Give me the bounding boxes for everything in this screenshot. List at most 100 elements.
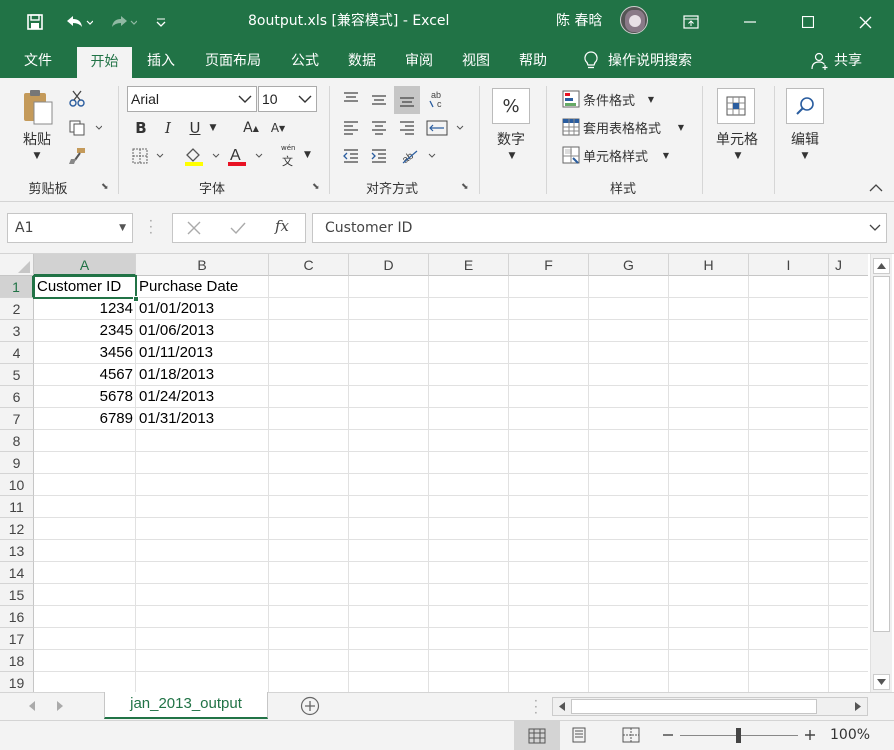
lightbulb-icon[interactable] (576, 44, 606, 78)
collapse-ribbon-icon[interactable] (866, 180, 886, 196)
search-icon[interactable] (786, 88, 824, 124)
row-header[interactable]: 17 (0, 628, 34, 650)
redo-icon[interactable] (104, 9, 140, 35)
dialog-launcher-icon[interactable]: ⬊ (101, 182, 109, 192)
underline-dropdown-icon[interactable]: ▼ (207, 120, 219, 136)
header-cell[interactable]: Customer ID (34, 276, 136, 298)
format-as-table-icon[interactable] (560, 117, 582, 137)
column-header[interactable]: A (34, 254, 136, 276)
phonetic-icon[interactable]: wén 文 ▼ (277, 144, 317, 168)
avatar[interactable] (620, 6, 648, 34)
increase-indent-icon[interactable] (366, 144, 392, 168)
scroll-up-icon[interactable] (873, 258, 890, 274)
dialog-launcher-icon[interactable]: ⬊ (461, 182, 469, 192)
column-header[interactable]: C (269, 254, 349, 276)
format-painter-icon[interactable] (66, 146, 88, 166)
row-header[interactable]: 4 (0, 342, 34, 364)
purchase-date-cell[interactable]: 01/06/2013 (136, 320, 269, 342)
row-header[interactable]: 2 (0, 298, 34, 320)
editing-dropdown-icon[interactable]: ▼ (798, 150, 812, 162)
tab-home[interactable]: 开始 (77, 47, 132, 78)
copy-icon[interactable] (66, 118, 104, 138)
next-sheet-icon[interactable] (56, 700, 64, 715)
tab-data[interactable]: 数据 (339, 44, 385, 78)
purchase-date-cell[interactable]: 01/01/2013 (136, 298, 269, 320)
column-header[interactable]: H (669, 254, 749, 276)
row-header[interactable]: 13 (0, 540, 34, 562)
insert-function-icon[interactable]: fx (275, 217, 289, 235)
customer-id-cell[interactable]: 2345 (34, 320, 136, 342)
column-header[interactable]: E (429, 254, 509, 276)
vertical-scrollbar[interactable] (870, 254, 892, 692)
row-header[interactable]: 14 (0, 562, 34, 584)
number-format-button[interactable]: 数字 (488, 128, 534, 150)
align-top-icon[interactable] (338, 86, 364, 114)
orientation-icon[interactable]: ab c (424, 86, 452, 114)
align-bottom-icon[interactable] (394, 86, 420, 114)
align-center-icon[interactable] (366, 116, 392, 140)
person-icon[interactable] (808, 44, 832, 78)
customer-id-cell[interactable]: 6789 (34, 408, 136, 430)
column-header[interactable]: G (589, 254, 669, 276)
prev-sheet-icon[interactable] (28, 700, 36, 715)
row-header[interactable]: 11 (0, 496, 34, 518)
maximize-icon[interactable] (795, 9, 821, 35)
row-header[interactable]: 18 (0, 650, 34, 672)
row-header[interactable]: 3 (0, 320, 34, 342)
text-direction-icon[interactable]: ab (398, 144, 440, 168)
column-header[interactable]: F (509, 254, 589, 276)
row-header[interactable]: 1 (0, 276, 34, 298)
customer-id-cell[interactable]: 4567 (34, 364, 136, 386)
dialog-launcher-icon[interactable]: ⬊ (312, 182, 320, 192)
underline-button[interactable]: U (185, 118, 205, 138)
font-name-combo[interactable]: Arial (127, 86, 257, 112)
column-header[interactable]: I (749, 254, 829, 276)
row-header[interactable]: 10 (0, 474, 34, 496)
select-all-corner[interactable] (0, 254, 34, 276)
column-header[interactable]: J (829, 254, 868, 276)
purchase-date-cell[interactable]: 01/31/2013 (136, 408, 269, 430)
scroll-right-icon[interactable] (851, 699, 865, 714)
cells-dropdown-icon[interactable]: ▼ (731, 150, 745, 162)
zoom-slider-thumb[interactable] (736, 728, 741, 743)
scroll-thumb[interactable] (873, 276, 890, 632)
row-header[interactable]: 8 (0, 430, 34, 452)
decrease-indent-icon[interactable] (338, 144, 364, 168)
wrap-text-icon[interactable] (424, 116, 466, 140)
page-layout-view-icon[interactable] (570, 727, 588, 747)
decrease-font-size-button[interactable]: A ▼ (267, 118, 289, 138)
save-icon[interactable] (22, 9, 48, 35)
scroll-thumb[interactable] (571, 699, 817, 714)
sheet-tab[interactable]: jan_2013_output (104, 692, 268, 719)
increase-font-size-button[interactable]: A ▲ (240, 118, 262, 138)
column-header[interactable]: D (349, 254, 429, 276)
horizontal-scrollbar[interactable] (552, 697, 868, 716)
splitter-handle[interactable]: · · · (149, 215, 153, 239)
tab-formulas[interactable]: 公式 (282, 44, 328, 78)
row-header[interactable]: 9 (0, 452, 34, 474)
ribbon-display-icon[interactable] (678, 9, 704, 35)
font-size-combo[interactable]: 10 (258, 86, 317, 112)
scroll-down-icon[interactable] (873, 674, 890, 690)
align-middle-icon[interactable] (366, 86, 392, 114)
tab-file[interactable]: 文件 (10, 44, 66, 78)
customize-qat-icon[interactable] (148, 9, 174, 35)
scroll-left-icon[interactable] (555, 699, 569, 714)
bold-button[interactable]: B (131, 118, 151, 138)
paste-dropdown-icon[interactable]: ▼ (30, 150, 44, 162)
cut-icon[interactable] (66, 88, 88, 108)
zoom-out-icon[interactable] (662, 727, 674, 747)
align-left-icon[interactable] (338, 116, 364, 140)
customer-id-cell[interactable]: 1234 (34, 298, 136, 320)
zoom-in-icon[interactable] (804, 727, 816, 747)
cell-styles-icon[interactable] (560, 145, 582, 165)
tell-me-search[interactable]: 操作说明搜索 (608, 44, 706, 78)
share-button[interactable]: 共享 (834, 44, 870, 78)
tab-insert[interactable]: 插入 (138, 44, 184, 78)
row-header[interactable]: 5 (0, 364, 34, 386)
row-header[interactable]: 6 (0, 386, 34, 408)
tab-page-layout[interactable]: 页面布局 (196, 44, 270, 78)
cell-styles-button[interactable]: 单元格样式 (583, 145, 669, 165)
conditional-formatting-icon[interactable] (560, 89, 582, 109)
row-header[interactable]: 15 (0, 584, 34, 606)
